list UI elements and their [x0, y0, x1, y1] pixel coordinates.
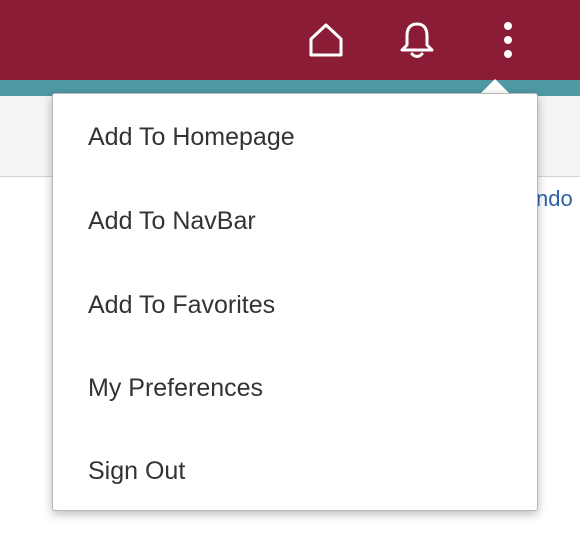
menu-item-sign-out[interactable]: Sign Out: [53, 443, 537, 499]
more-vertical-icon: [504, 22, 512, 58]
menu-item-add-to-homepage[interactable]: Add To Homepage: [53, 109, 537, 165]
actions-menu-button[interactable]: [484, 14, 532, 66]
menu-item-add-to-navbar[interactable]: Add To NavBar: [53, 193, 537, 249]
menu-item-my-preferences[interactable]: My Preferences: [53, 360, 537, 416]
notifications-button[interactable]: [393, 14, 441, 66]
menu-pointer: [480, 79, 510, 94]
bell-icon: [400, 22, 434, 58]
menu-item-add-to-favorites[interactable]: Add To Favorites: [53, 277, 537, 333]
background-link[interactable]: ndo: [536, 186, 573, 212]
home-icon: [309, 23, 343, 57]
home-button[interactable]: [302, 14, 350, 66]
actions-dropdown-menu: Add To Homepage Add To NavBar Add To Fav…: [52, 93, 538, 511]
